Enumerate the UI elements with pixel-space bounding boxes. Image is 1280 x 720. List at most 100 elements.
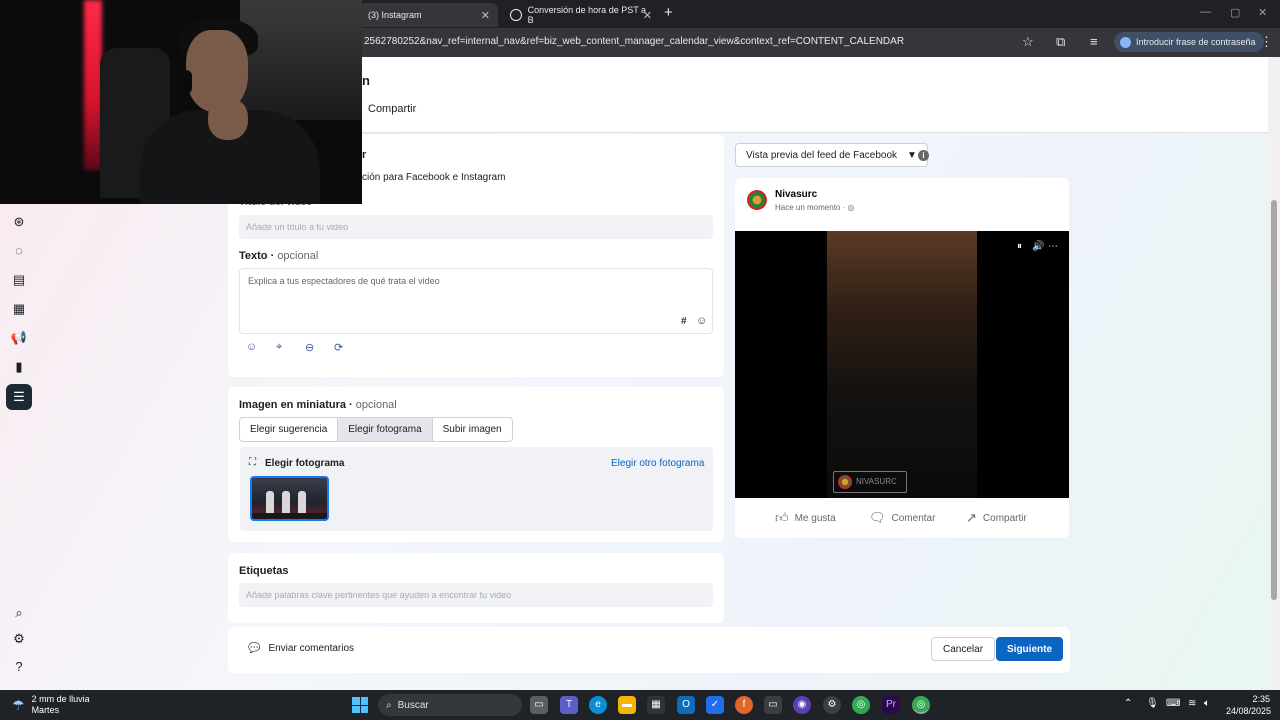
settings-icon[interactable]: ⚙ [10, 630, 28, 648]
new-tab-icon[interactable]: + [664, 4, 673, 21]
tag-people-icon[interactable]: ⊖ [305, 341, 314, 354]
start-tile [352, 705, 360, 713]
preview-mode-dropdown[interactable]: Vista previa del feed de Facebook ▼ [735, 143, 928, 167]
task-view-icon[interactable]: ▭ [530, 696, 548, 714]
thumbnail-figure [282, 491, 290, 513]
insights-icon[interactable]: ▮ [10, 358, 28, 376]
close-tab-icon[interactable]: ✕ [481, 9, 490, 22]
edge-icon[interactable]: e [589, 696, 607, 714]
upload-image-button[interactable]: Subir imagen [433, 418, 512, 441]
webcam-headset [178, 70, 192, 94]
taskbar-search-label: Buscar [397, 699, 429, 711]
store-icon[interactable]: ▦ [647, 696, 665, 714]
text-textarea[interactable]: Explica a tus espectadores de qué trata … [239, 268, 713, 334]
title-input[interactable]: Añade un título a tu video [239, 215, 713, 239]
info-icon[interactable]: i [918, 150, 929, 161]
webcam-background-window [240, 0, 362, 120]
emoji-icon[interactable]: ☺ [696, 315, 707, 327]
video-player[interactable]: ⏸ 🔊 ⋯ NIVASURC [735, 231, 1069, 498]
weather-widget[interactable]: ☂ 2 mm de lluvia Martes [12, 694, 90, 716]
tab-compartir[interactable]: Compartir [368, 103, 416, 115]
firefox-icon[interactable]: f [735, 696, 753, 714]
taskbar-search[interactable]: ⌕ Buscar [378, 694, 522, 716]
tray-chevron-icon[interactable]: ⌃ [1124, 698, 1132, 709]
microphone-icon[interactable]: 🎙︎ [1146, 698, 1159, 709]
scrollbar-thumb[interactable] [1271, 200, 1277, 600]
browser-menu-icon[interactable]: ⋮ [1260, 34, 1273, 50]
like-action[interactable]: 👍︎ Me gusta [775, 510, 836, 526]
wifi-icon[interactable]: ≋ [1188, 698, 1196, 709]
todo-icon[interactable]: ✓ [706, 696, 724, 714]
search-icon[interactable]: ⌕ [10, 604, 28, 622]
page-title: n [362, 73, 370, 88]
hashtag-icon[interactable]: # [681, 316, 687, 327]
chrome-icon[interactable]: ◎ [852, 696, 870, 714]
passphrase-button[interactable]: Introducir frase de contraseña [1114, 32, 1264, 52]
optional-label: opcional [355, 399, 397, 411]
help-icon[interactable]: ? [10, 658, 28, 676]
video-watermark: NIVASURC [833, 471, 907, 493]
comment-action[interactable]: 🗨 Comentar [869, 510, 935, 526]
tab-instagram[interactable]: (3) Instagram ✕ [358, 3, 498, 27]
comment-icon: 🗨 [869, 510, 886, 525]
choose-frame-title: Elegir fotograma [265, 458, 345, 469]
send-feedback-button[interactable]: 💬 Enviar comentarios [248, 643, 354, 654]
weather-line1: 2 mm de lluvia [31, 694, 90, 704]
weather-text: 2 mm de lluvia Martes [32, 694, 90, 716]
page-avatar [747, 190, 767, 210]
obs-icon[interactable]: ◉ [793, 696, 811, 714]
start-button[interactable] [352, 697, 368, 713]
close-window-icon[interactable]: ✕ [1258, 6, 1267, 19]
thumbnail-figure [298, 491, 306, 513]
selected-frame-thumbnail[interactable] [250, 476, 329, 521]
menu-icon[interactable]: ☰ [6, 384, 32, 410]
url-field[interactable]: 2562780252&nav_ref=internal_nav&ref=biz_… [364, 36, 904, 47]
share-action[interactable]: ↗ Compartir [966, 510, 1027, 526]
inbox-icon[interactable]: ◌ [10, 242, 28, 260]
more-options-icon[interactable]: ⋯ [1048, 241, 1058, 252]
calendar-icon[interactable]: ▦ [10, 300, 28, 318]
app-icon[interactable]: ▭ [764, 696, 782, 714]
ads-icon[interactable]: 📢 [10, 329, 28, 347]
page-scrollbar[interactable] [1268, 57, 1280, 690]
thumbnail-label-text: Imagen en miniatura [239, 399, 346, 411]
thumbnail-figure [266, 491, 274, 513]
maximize-icon[interactable]: ▢ [1230, 6, 1240, 19]
collaborate-icon[interactable]: ⟳ [334, 341, 343, 354]
choose-frame-panel: ⛶ Elegir fotograma Elegir otro fotograma [240, 447, 713, 531]
keyboard-icon[interactable]: ⌨ [1166, 698, 1180, 709]
thumbnail-label: Imagen en miniatura · opcional [239, 399, 397, 411]
speaker-icon[interactable]: 🔈︎ [1204, 698, 1210, 709]
close-tab-icon[interactable]: ✕ [643, 9, 652, 22]
choose-frame-button[interactable]: Elegir fotograma [338, 418, 433, 441]
feeling-icon[interactable]: ☺ [246, 341, 257, 353]
tags-input[interactable]: Añade palabras clave pertinentes que ayu… [239, 583, 713, 607]
choose-other-frame-link[interactable]: Elegir otro fotograma [611, 458, 704, 469]
extensions-icon[interactable]: ⧉ [1056, 34, 1065, 50]
tab-time-conversion[interactable]: Conversión de hora de PST a B ✕ [500, 3, 660, 27]
cancel-button[interactable]: Cancelar [931, 637, 996, 661]
caret-down-icon: ▼ [907, 149, 917, 161]
pause-icon[interactable]: ⏸ [1017, 241, 1022, 252]
footer-bar: 💬 Enviar comentarios Cancelar Siguiente [228, 627, 1070, 673]
location-icon[interactable]: ⌖ [276, 341, 282, 354]
outlook-icon[interactable]: O [677, 696, 695, 714]
reading-list-icon[interactable]: ≡ [1090, 34, 1098, 49]
watermark-logo [838, 475, 852, 489]
rain-icon: ☂ [12, 696, 25, 713]
premiere-icon[interactable]: Pr [882, 696, 900, 714]
teams-icon[interactable]: T [560, 696, 578, 714]
volume-icon[interactable]: 🔊 [1032, 241, 1044, 252]
settings-app-icon[interactable]: ⚙ [823, 696, 841, 714]
file-explorer-icon[interactable]: ▬ [618, 696, 636, 714]
taskbar-clock[interactable]: 2:35 24/08/2025 [1226, 693, 1271, 717]
bookmark-star-icon[interactable]: ☆ [1022, 34, 1034, 50]
start-tile [360, 705, 368, 713]
chrome-active-icon[interactable]: ◎ [912, 696, 930, 714]
compass-icon[interactable]: ⊛ [10, 213, 28, 231]
choose-suggestion-button[interactable]: Elegir sugerencia [240, 418, 339, 441]
next-button[interactable]: Siguiente [996, 637, 1064, 661]
content-icon[interactable]: ▤ [10, 271, 28, 289]
share-label: Compartir [982, 512, 1027, 524]
minimize-icon[interactable]: — [1200, 6, 1211, 18]
